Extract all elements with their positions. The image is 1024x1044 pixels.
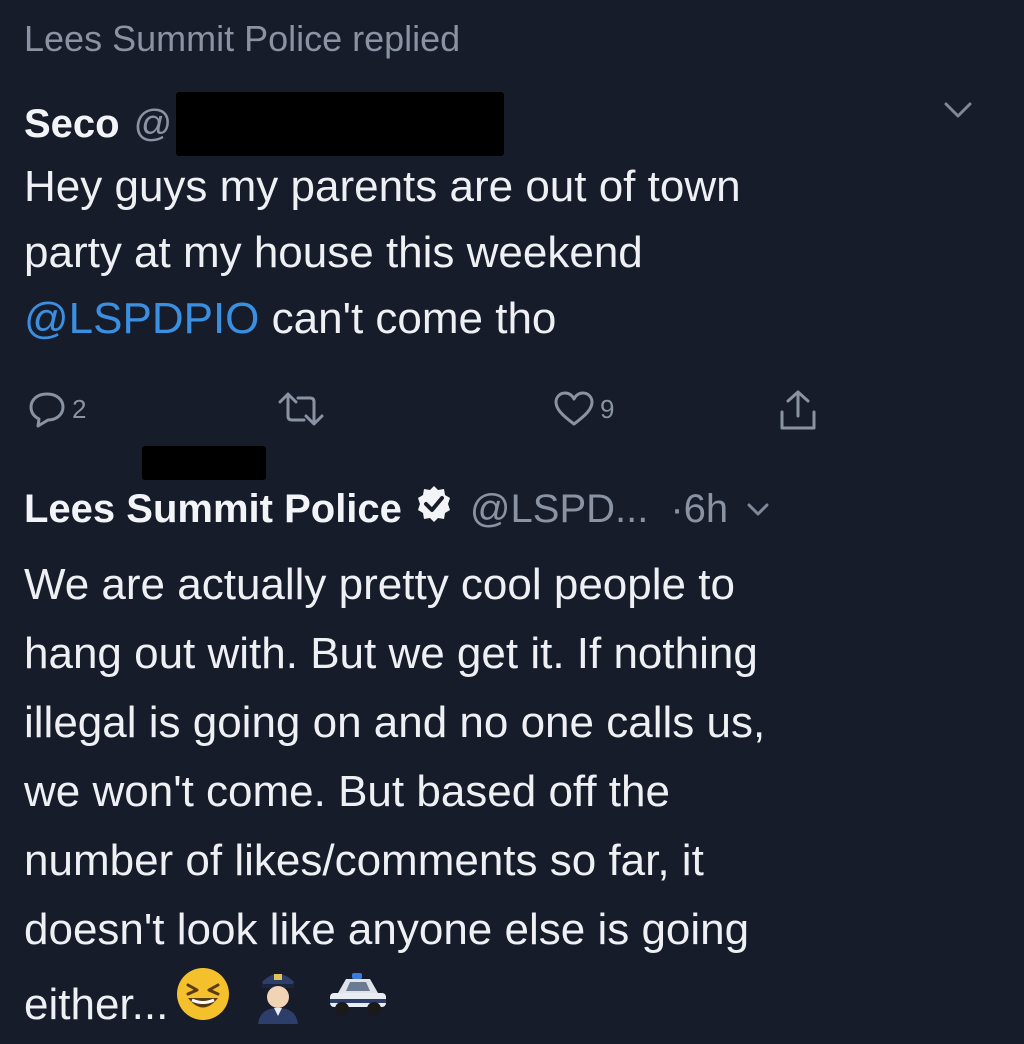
- reply-icon: [29, 392, 65, 428]
- tweet-line: illegal is going on and no one calls us,: [24, 698, 766, 747]
- tweet-line: @LSPDPIO can't come tho: [24, 286, 741, 352]
- redacted-handle: [176, 92, 505, 156]
- reply-button[interactable]: 2: [26, 388, 86, 430]
- chevron-down-icon[interactable]: [940, 96, 976, 122]
- reply-timestamp: ·6h: [670, 486, 729, 531]
- mention-link[interactable]: @LSPDPIO: [24, 294, 259, 343]
- tweet-line: either...: [24, 979, 169, 1029]
- tweet-line: number of likes/comments so far, it: [24, 836, 704, 885]
- reply-count: 2: [72, 393, 87, 424]
- tweet-line: party at my house this weekend: [24, 228, 643, 277]
- share-button[interactable]: [776, 388, 820, 434]
- tweet-line: We are actually pretty cool people to: [24, 560, 735, 609]
- like-count: 9: [600, 393, 615, 424]
- tweet-action-bar: 2 9: [26, 388, 826, 438]
- like-icon: [554, 391, 594, 426]
- reply-author-handle[interactable]: @LSPD...: [470, 487, 648, 532]
- tweet-line: hang out with. But we get it. If nothing: [24, 629, 758, 678]
- police-officer-emoji: [250, 964, 306, 1044]
- reply-tweet-text: We are actually pretty cool people to ha…: [24, 550, 1014, 1044]
- laughing-emoji: [174, 965, 232, 1043]
- tweet-line-suffix: can't come tho: [259, 294, 557, 343]
- verified-badge-icon: [414, 484, 454, 534]
- like-button[interactable]: 9: [552, 388, 614, 430]
- retweet-icon: [278, 392, 324, 426]
- tweet-last-line: either...: [24, 964, 1014, 1044]
- redacted-label: [142, 446, 266, 480]
- tweet-line: we won't come. But based off the: [24, 767, 670, 816]
- author-handle-prefix[interactable]: @: [134, 103, 173, 146]
- context-label: Lees Summit Police replied: [24, 18, 461, 59]
- reply-author-name[interactable]: Lees Summit Police: [24, 487, 402, 532]
- original-tweet-header: Seco @: [24, 92, 505, 156]
- original-tweet-text: Hey guys my parents are out of town part…: [24, 154, 741, 352]
- tweet-line: doesn't look like anyone else is going: [24, 905, 750, 954]
- retweet-button[interactable]: [274, 388, 328, 430]
- police-car-emoji: [324, 967, 390, 1041]
- share-icon: [780, 390, 816, 430]
- chevron-down-icon[interactable]: [744, 499, 772, 519]
- reply-tweet-header: Lees Summit Police @LSPD... ·6h: [24, 484, 772, 534]
- tweet-line: Hey guys my parents are out of town: [24, 162, 741, 211]
- author-display-name[interactable]: Seco: [24, 102, 120, 147]
